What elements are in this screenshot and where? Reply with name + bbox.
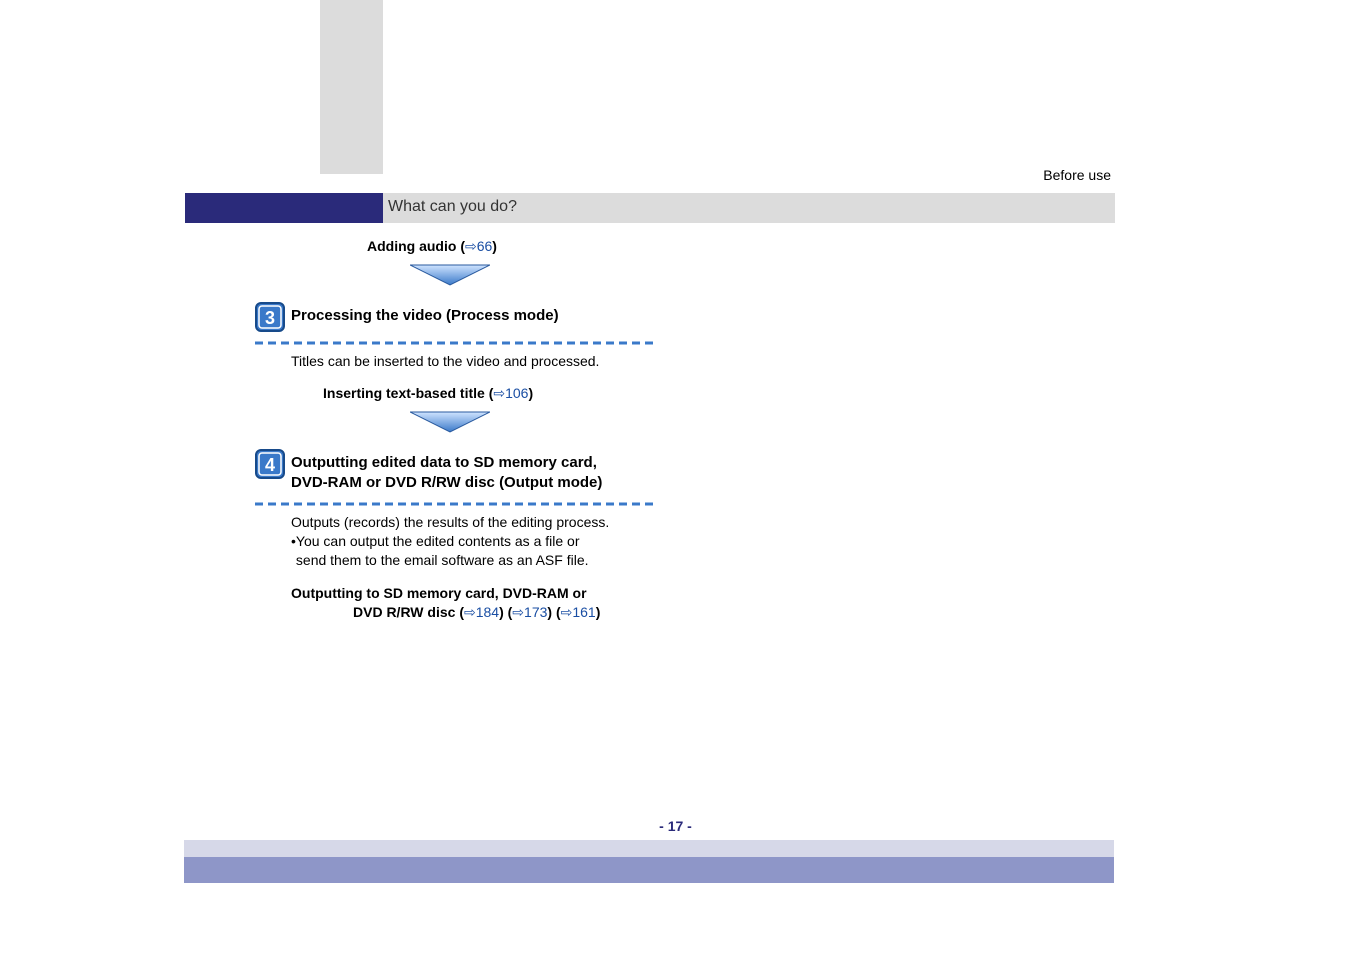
header-context-label: Before use <box>1043 167 1111 183</box>
step4-mid2: ) ( <box>547 604 560 620</box>
page-title: What can you do? <box>388 198 517 216</box>
link-arrow-icon: ⇨ <box>512 604 524 620</box>
step4-divider-icon <box>255 502 655 506</box>
footer-bar-dark <box>184 857 1114 883</box>
step4-body-line2a: You can output the edited contents as a … <box>296 533 580 549</box>
step4-page-link-3[interactable]: 161 <box>572 604 595 620</box>
title-bar: What can you do? <box>185 193 1115 223</box>
svg-text:4: 4 <box>265 455 275 475</box>
step4-title-line1: Outputting edited data to SD memory card… <box>291 454 597 471</box>
down-arrow-icon <box>410 408 490 434</box>
link-arrow-icon: ⇨ <box>493 385 505 401</box>
step4-body: Outputs (records) the results of the edi… <box>291 513 955 570</box>
adding-audio-page-link[interactable]: 66 <box>477 238 493 254</box>
flow-arrow-2 <box>410 408 955 437</box>
link-arrow-icon: ⇨ <box>465 238 477 254</box>
page-number: - 17 - <box>0 818 1351 834</box>
step3-title: Processing the video (Process mode) <box>291 306 559 326</box>
step3-badge-icon: 3 <box>255 302 285 332</box>
step3-header: 3 Processing the video (Process mode) <box>255 302 955 332</box>
step4-sub-line1: Outputting to SD memory card, DVD-RAM or <box>291 585 587 601</box>
step3-page-link[interactable]: 106 <box>505 385 528 401</box>
title-bar-accent <box>185 193 383 223</box>
link-arrow-icon: ⇨ <box>464 604 476 620</box>
step3-divider-icon <box>255 341 655 345</box>
down-arrow-icon <box>410 261 490 287</box>
step4-title: Outputting edited data to SD memory card… <box>291 453 602 494</box>
step3-subheading: Inserting text-based title (⇨106) <box>323 385 955 402</box>
step3-body: Titles can be inserted to the video and … <box>291 352 955 371</box>
step4-badge-icon: 4 <box>255 449 285 479</box>
svg-text:3: 3 <box>265 308 275 328</box>
step4-subheading: Outputting to SD memory card, DVD-RAM or… <box>291 584 955 622</box>
adding-audio-heading: Adding audio (⇨66) <box>367 238 955 255</box>
adding-audio-prefix: Adding audio ( <box>367 238 465 254</box>
step4-sub-prefix: DVD R/RW disc ( <box>353 604 464 620</box>
step4-page-link-1[interactable]: 184 <box>476 604 499 620</box>
step3-sub-prefix: Inserting text-based title ( <box>323 385 493 401</box>
step4-suffix: ) <box>596 604 601 620</box>
step4-title-line2: DVD-RAM or DVD R/RW disc (Output mode) <box>291 474 602 491</box>
top-left-decorative-block <box>320 0 383 174</box>
adding-audio-suffix: ) <box>492 238 497 254</box>
flow-arrow-1 <box>410 261 955 290</box>
step4-header: 4 Outputting edited data to SD memory ca… <box>255 449 955 494</box>
step4-mid1: ) ( <box>499 604 512 620</box>
step3-sub-suffix: ) <box>528 385 533 401</box>
step4-body-line1: Outputs (records) the results of the edi… <box>291 514 609 530</box>
link-arrow-icon: ⇨ <box>561 604 573 620</box>
step4-body-line2b: send them to the email software as an AS… <box>296 552 589 568</box>
step4-page-link-2[interactable]: 173 <box>524 604 547 620</box>
footer-bar-light <box>184 840 1114 857</box>
